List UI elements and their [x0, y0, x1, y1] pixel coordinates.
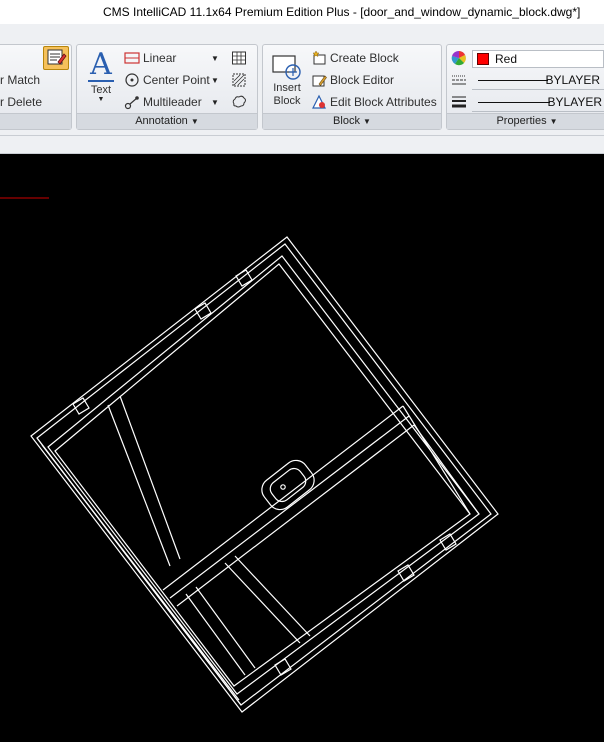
- linear-label: Linear: [143, 51, 177, 65]
- chevron-down-icon: ▼: [363, 117, 371, 126]
- block-editor-icon: [312, 75, 327, 87]
- delete-label: r Delete: [0, 95, 43, 109]
- match-properties-icon[interactable]: [43, 46, 69, 70]
- linetype-icon-button[interactable]: [451, 70, 470, 90]
- multileader-button[interactable]: Multileader: [124, 92, 202, 112]
- linetype-value: BYLAYER: [545, 73, 600, 87]
- color-value: Red: [495, 52, 518, 66]
- panel-line: [402, 405, 471, 515]
- insert-block-icon: [272, 55, 301, 80]
- block-editor-label: Block Editor: [330, 73, 395, 87]
- match-button[interactable]: r Match: [0, 70, 40, 90]
- edit-attributes-icon: [312, 94, 326, 109]
- transom-line: [162, 405, 404, 591]
- drawing-canvas[interactable]: [0, 155, 604, 742]
- window-title: CMS IntelliCAD 11.1x64 Premium Edition P…: [103, 5, 581, 19]
- edit-block-attributes-button[interactable]: Edit Block Attributes: [311, 92, 437, 112]
- multileader-label: Multileader: [143, 95, 202, 109]
- linear-dimension-button[interactable]: Linear: [124, 48, 176, 68]
- ribbon-group-modify-label: [0, 113, 71, 129]
- panel-line: [413, 424, 480, 515]
- linear-dimension-icon: [124, 52, 140, 64]
- delete-button[interactable]: r Delete: [0, 92, 42, 112]
- properties-group-label[interactable]: Properties ▼: [447, 113, 604, 129]
- center-point-dropdown-chevron-icon[interactable]: ▼: [211, 76, 219, 85]
- text-button[interactable]: A Text ▼: [85, 50, 117, 103]
- block-label-text: Block: [333, 115, 360, 127]
- frame-edge-line: [41, 444, 240, 701]
- edit-attributes-label: Edit Block Attributes: [330, 95, 437, 109]
- table-button[interactable]: [231, 48, 250, 68]
- frame-inner: [47, 255, 480, 695]
- panel-line: [234, 555, 311, 637]
- linetype-select[interactable]: BYLAYER: [472, 72, 604, 90]
- multileader-icon: [124, 96, 139, 110]
- center-point-button[interactable]: Center Point: [124, 70, 210, 90]
- revision-cloud-icon: [232, 95, 246, 108]
- center-point-label: Center Point: [143, 73, 210, 87]
- frame-outer-inner: [36, 243, 492, 706]
- table-icon: [232, 51, 246, 65]
- lineweight-icon: [452, 96, 466, 108]
- annotation-group-label[interactable]: Annotation ▼: [77, 113, 257, 129]
- panel-line: [224, 562, 301, 644]
- lineweight-sample: [478, 102, 550, 103]
- insert-block-button[interactable]: Insert Block: [267, 52, 307, 108]
- hinge-tab: [72, 397, 90, 415]
- hatch-icon: [232, 73, 246, 87]
- color-swatch: [477, 53, 489, 65]
- linetype-icon: [452, 75, 466, 85]
- insert-label-line-1: Insert: [273, 82, 301, 94]
- color-select[interactable]: Red: [472, 50, 604, 68]
- multileader-dropdown-chevron-icon[interactable]: ▼: [211, 98, 219, 107]
- sash-line: [119, 395, 181, 560]
- door-window-block[interactable]: [30, 236, 499, 713]
- color-wheel-button[interactable]: [451, 48, 470, 68]
- block-group-label[interactable]: Block ▼: [263, 113, 441, 129]
- transom-line: [176, 424, 415, 607]
- chevron-down-icon: ▼: [190, 117, 199, 126]
- drawing-svg[interactable]: [0, 155, 604, 742]
- linear-dropdown-chevron-icon[interactable]: ▼: [211, 54, 219, 63]
- create-block-icon: [312, 50, 326, 65]
- lineweight-icon-button[interactable]: [451, 92, 470, 112]
- lineweight-select[interactable]: BYLAYER: [472, 94, 604, 112]
- chevron-down-icon: ▼: [97, 96, 105, 103]
- text-button-label: Text: [90, 84, 112, 96]
- text-icon: A: [90, 47, 112, 82]
- ribbon-bottom-strip: [0, 136, 604, 154]
- handle-knob: [280, 484, 286, 490]
- chevron-down-icon: ▼: [549, 117, 558, 126]
- ribbon: r Match r Delete Annotation ▼ A Text ▼ L…: [0, 24, 604, 136]
- color-wheel-icon: [451, 50, 466, 66]
- insert-label-line-2: Block: [273, 95, 301, 107]
- transom-line: [169, 415, 410, 599]
- properties-label-text: Properties: [496, 115, 547, 127]
- handle-inner: [269, 467, 307, 503]
- create-block-label: Create Block: [330, 51, 399, 65]
- match-label: r Match: [0, 73, 41, 87]
- block-editor-button[interactable]: Block Editor: [311, 70, 394, 90]
- annotation-label-text: Annotation: [135, 115, 188, 127]
- handle-outer: [261, 459, 315, 511]
- frame-inner-2: [54, 263, 471, 687]
- hatch-button[interactable]: [231, 70, 250, 90]
- revision-cloud-button[interactable]: [231, 92, 250, 112]
- frame-outer: [30, 236, 499, 713]
- center-point-icon: [125, 73, 139, 87]
- linetype-sample: [478, 80, 548, 81]
- create-block-button[interactable]: Create Block: [311, 48, 399, 68]
- title-bar: CMS IntelliCAD 11.1x64 Premium Edition P…: [0, 0, 604, 24]
- lineweight-value: BYLAYER: [547, 95, 602, 109]
